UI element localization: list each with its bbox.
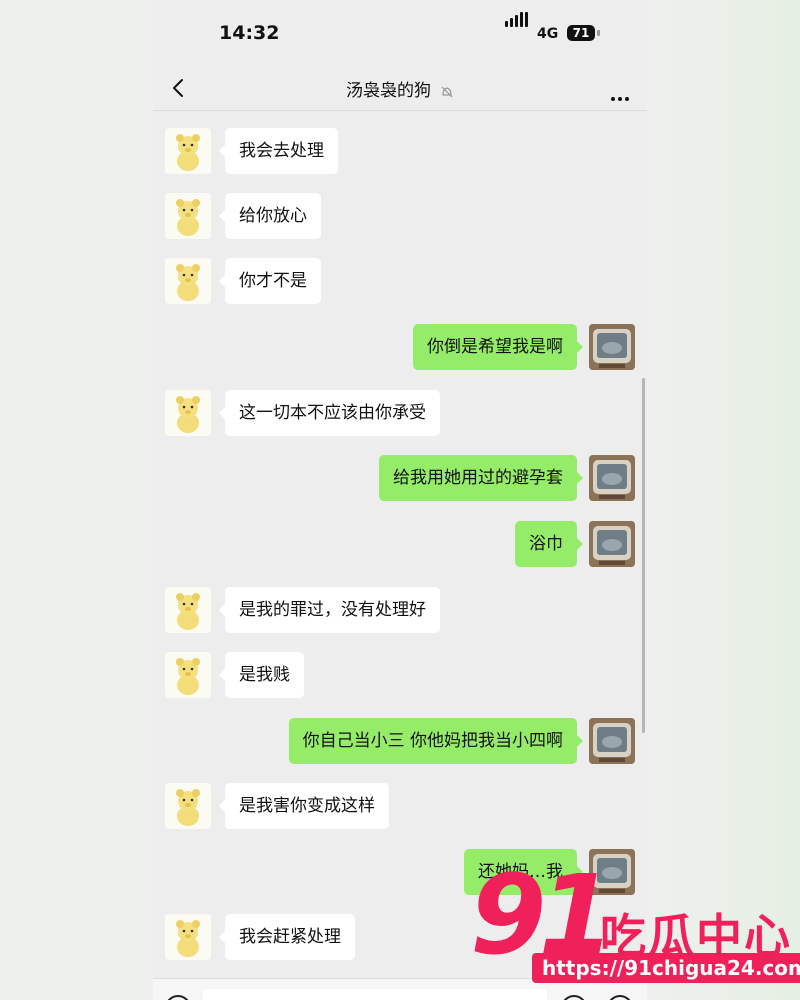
message-row: 这一切本不应该由你承受 xyxy=(153,390,647,436)
contact-avatar[interactable] xyxy=(165,587,211,633)
self-avatar[interactable] xyxy=(589,455,635,501)
message-row: 你才不是 xyxy=(153,258,647,304)
battery-icon: 71 xyxy=(567,25,595,41)
contact-avatar[interactable] xyxy=(165,193,211,239)
status-bar: 14:32 4G 71 xyxy=(153,0,647,66)
message-row: 你自己当小三 你他妈把我当小四啊 xyxy=(153,718,647,764)
sent-message-bubble[interactable]: 给我用她用过的避孕套 xyxy=(379,455,583,501)
chat-title-wrap: 汤袅袅的狗 xyxy=(153,76,647,101)
contact-avatar[interactable] xyxy=(165,390,211,436)
background-tint xyxy=(640,0,800,1000)
chat-header: 汤袅袅的狗 xyxy=(153,66,647,111)
message-row: 给你放心 xyxy=(153,193,647,239)
self-avatar[interactable] xyxy=(589,718,635,764)
contact-avatar[interactable] xyxy=(165,128,211,174)
battery-tip xyxy=(597,30,600,36)
plus-icon[interactable] xyxy=(607,995,633,1000)
more-dots-icon[interactable] xyxy=(608,86,629,105)
message-row: 浴巾 xyxy=(153,521,647,567)
chat-title: 汤袅袅的狗 xyxy=(345,81,431,101)
self-avatar[interactable] xyxy=(589,521,635,567)
message-row: 你倒是希望我是啊 xyxy=(153,324,647,370)
watermark-url: https://91chigua24.com xyxy=(532,953,800,983)
contact-avatar[interactable] xyxy=(165,652,211,698)
received-message-bubble[interactable]: 这一切本不应该由你承受 xyxy=(219,390,440,436)
contact-avatar[interactable] xyxy=(165,258,211,304)
sent-message-bubble[interactable]: 浴巾 xyxy=(515,521,583,567)
emoji-icon[interactable] xyxy=(561,995,587,1000)
message-row: 是我害你变成这样 xyxy=(153,783,647,829)
bell-off-icon xyxy=(441,86,453,97)
watermark-logo: 91 吃瓜中心 https://91chigua24.com xyxy=(470,860,800,990)
self-avatar[interactable] xyxy=(589,324,635,370)
sent-message-bubble[interactable]: 你自己当小三 你他妈把我当小四啊 xyxy=(288,718,584,764)
voice-icon[interactable] xyxy=(165,995,191,1000)
received-message-bubble[interactable]: 是我害你变成这样 xyxy=(219,783,389,829)
received-message-bubble[interactable]: 我会去处理 xyxy=(219,128,338,174)
message-input[interactable] xyxy=(203,989,547,1000)
network-label: 4G xyxy=(537,26,559,42)
scrollbar[interactable] xyxy=(642,378,645,733)
message-row: 我会去处理 xyxy=(153,128,647,174)
received-message-bubble[interactable]: 你才不是 xyxy=(219,258,321,304)
contact-avatar[interactable] xyxy=(165,783,211,829)
received-message-bubble[interactable]: 给你放心 xyxy=(219,193,321,239)
sent-message-bubble[interactable]: 你倒是希望我是啊 xyxy=(413,324,583,370)
received-message-bubble[interactable]: 我会赶紧处理 xyxy=(219,914,355,960)
status-time: 14:32 xyxy=(219,22,280,44)
message-row: 是我的罪过，没有处理好 xyxy=(153,587,647,633)
contact-avatar[interactable] xyxy=(165,914,211,960)
message-row: 给我用她用过的避孕套 xyxy=(153,455,647,501)
received-message-bubble[interactable]: 是我贱 xyxy=(219,652,304,698)
received-message-bubble[interactable]: 是我的罪过，没有处理好 xyxy=(219,587,440,633)
message-row: 是我贱 xyxy=(153,652,647,698)
phone-screen: 14:32 4G 71 汤袅袅的狗 我会去处理给你放心你才不是你倒是希望我是啊这… xyxy=(153,0,647,1000)
